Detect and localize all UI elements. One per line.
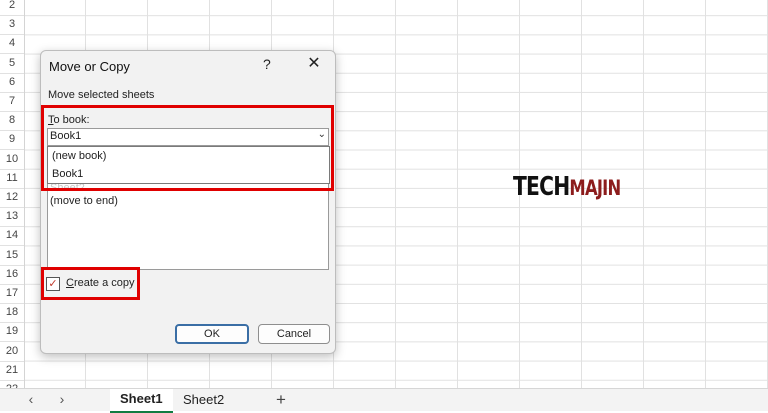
logo-part-majin: MAJIN bbox=[569, 176, 621, 200]
tab-sheet1[interactable]: Sheet1 bbox=[110, 389, 173, 413]
move-or-copy-dialog: Move or Copy ? ✕ Move selected sheets To… bbox=[40, 50, 336, 354]
row-number[interactable]: 20 bbox=[0, 342, 24, 362]
to-book-label-text: o book: bbox=[53, 114, 90, 126]
row-number[interactable]: 17 bbox=[0, 284, 24, 304]
create-copy-checkbox[interactable]: ✓ bbox=[46, 277, 60, 291]
tab-sheet2[interactable]: Sheet2 bbox=[173, 389, 234, 411]
row-number[interactable]: 11 bbox=[0, 169, 24, 189]
add-sheet-icon[interactable]: + bbox=[276, 390, 286, 410]
row-number[interactable]: 12 bbox=[0, 188, 24, 208]
row-number[interactable]: 21 bbox=[0, 361, 24, 381]
row-number[interactable]: 13 bbox=[0, 207, 24, 228]
row-header: 2 3 4 5 6 7 8 9 10 11 12 13 14 15 16 17 … bbox=[0, 0, 25, 388]
create-copy-label-text: reate a copy bbox=[73, 277, 135, 289]
row-number[interactable]: 15 bbox=[0, 246, 24, 266]
row-number[interactable]: 22 bbox=[0, 380, 24, 388]
ok-button[interactable]: OK bbox=[175, 324, 249, 344]
row-number[interactable]: 3 bbox=[0, 15, 24, 36]
row-number[interactable]: 5 bbox=[0, 54, 24, 74]
dropdown-option-new-book[interactable]: (new book) bbox=[48, 147, 329, 165]
to-book-value: Book1 bbox=[50, 130, 82, 142]
before-sheet-listbox[interactable]: Sheet2 (move to end) bbox=[47, 182, 329, 270]
row-number[interactable]: 2 bbox=[0, 0, 24, 16]
row-number[interactable]: 10 bbox=[0, 150, 24, 170]
row-number[interactable]: 19 bbox=[0, 322, 24, 343]
to-book-combobox[interactable]: Book1 ⌄ bbox=[47, 128, 329, 146]
help-icon[interactable]: ? bbox=[263, 56, 271, 72]
row-number[interactable]: 18 bbox=[0, 303, 24, 324]
row-number[interactable]: 6 bbox=[0, 73, 24, 93]
close-icon[interactable]: ✕ bbox=[303, 53, 325, 75]
logo-part-tech: TECH bbox=[513, 172, 570, 202]
techmajin-logo: TECHMAJIN bbox=[513, 172, 621, 202]
row-number[interactable]: 9 bbox=[0, 130, 24, 151]
dropdown-option-book1[interactable]: Book1 bbox=[48, 165, 329, 183]
chevron-left-icon[interactable]: ‹ bbox=[24, 392, 38, 406]
listbox-item-move-to-end[interactable]: (move to end) bbox=[50, 195, 118, 207]
to-book-label: To book: bbox=[48, 114, 90, 126]
row-number[interactable]: 4 bbox=[0, 34, 24, 55]
row-number[interactable]: 14 bbox=[0, 226, 24, 247]
cancel-button[interactable]: Cancel bbox=[258, 324, 330, 344]
row-number[interactable]: 16 bbox=[0, 265, 24, 285]
create-copy-accelerator: C bbox=[66, 277, 74, 289]
create-copy-label[interactable]: Create a copy bbox=[66, 277, 135, 289]
row-number[interactable]: 8 bbox=[0, 111, 24, 132]
to-book-dropdown-list: (new book) Book1 bbox=[47, 146, 330, 184]
chevron-right-icon[interactable]: › bbox=[55, 392, 69, 406]
move-selected-sheets-label: Move selected sheets bbox=[48, 89, 155, 101]
dialog-title: Move or Copy bbox=[49, 59, 130, 74]
chevron-down-icon[interactable]: ⌄ bbox=[318, 129, 326, 140]
sheet-tab-bar: ‹ › Sheet1 Sheet2 + bbox=[0, 388, 768, 413]
row-number[interactable]: 7 bbox=[0, 92, 24, 112]
